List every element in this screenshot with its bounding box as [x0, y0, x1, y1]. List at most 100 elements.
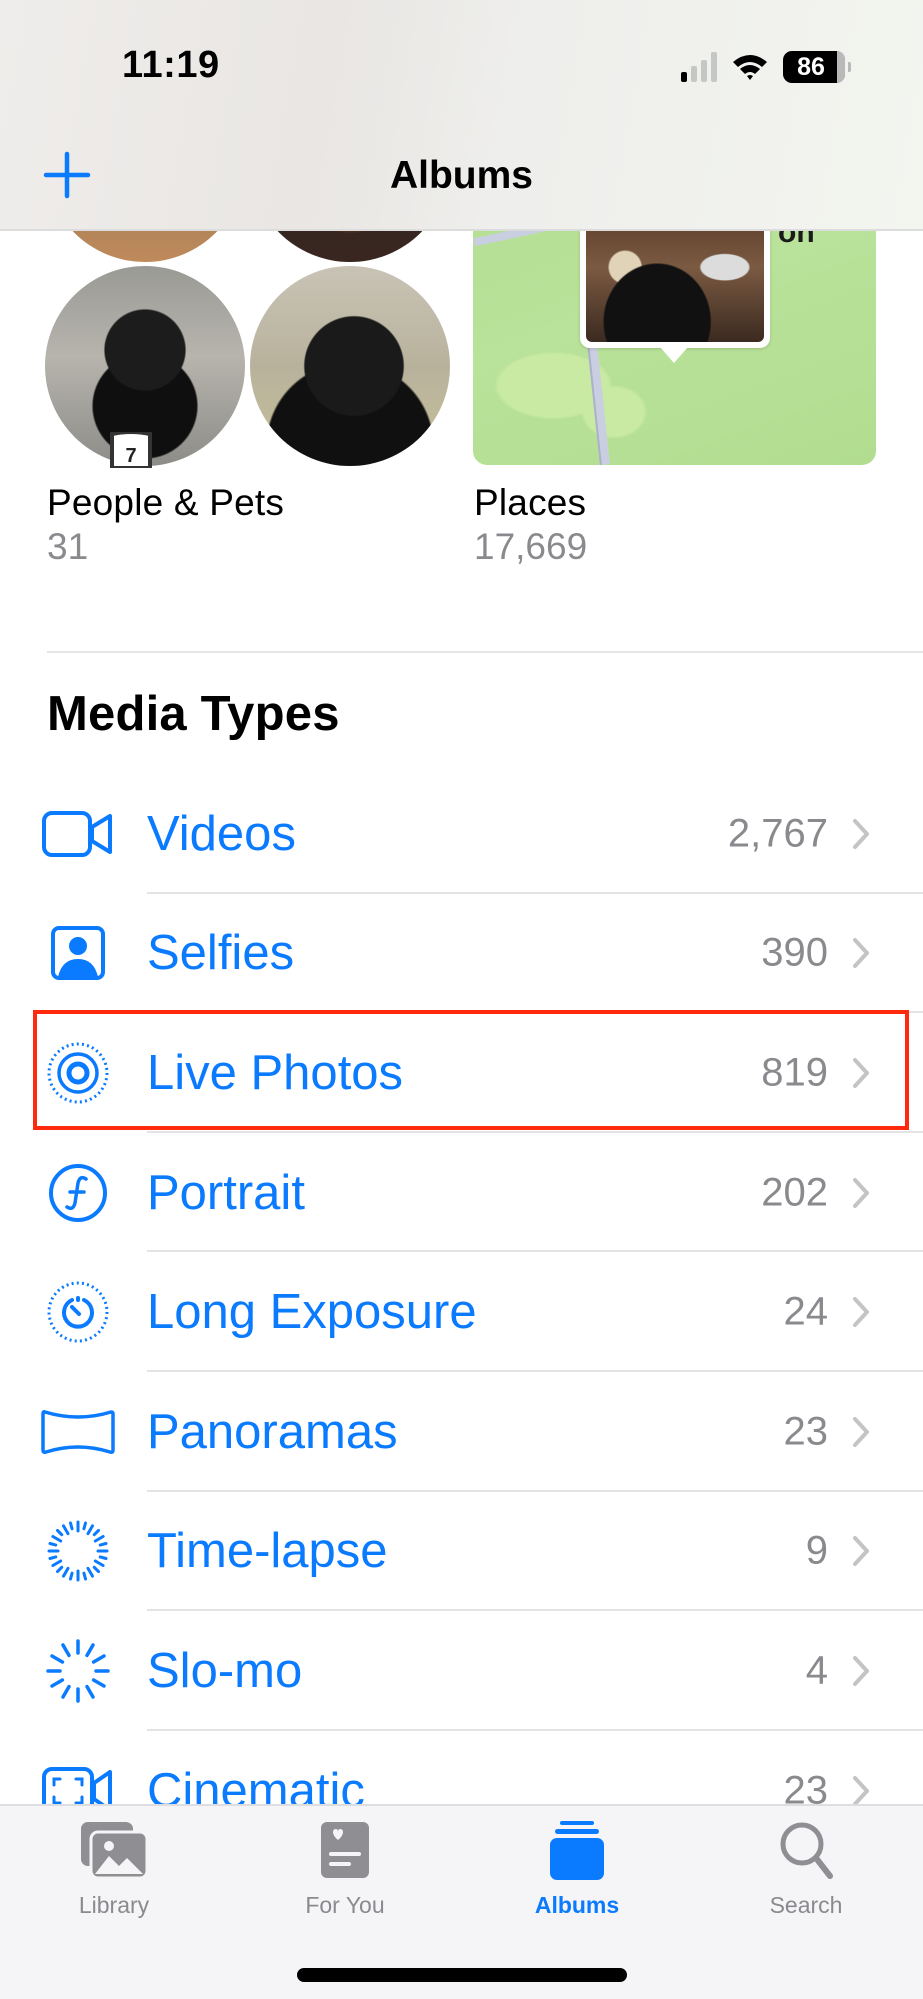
icon-tick	[51, 1535, 63, 1543]
chevron-right-icon	[853, 1177, 869, 1208]
icon-tick	[61, 1684, 71, 1699]
media-type-count: 24	[783, 1289, 829, 1334]
media-type-label: Portrait	[147, 1165, 305, 1220]
navigation-bar: 11:19 86 Albums	[0, 0, 923, 231]
chevron-right-icon	[853, 1655, 869, 1686]
icon-tick	[55, 1566, 64, 1574]
icon-tick	[68, 1521, 74, 1531]
aperture-f-icon	[40, 1163, 116, 1223]
media-type-label: Time-lapse	[147, 1524, 388, 1579]
media-type-label: Live Photos	[147, 1045, 404, 1100]
page-title: Albums	[389, 154, 533, 197]
tab-library[interactable]: Library	[14, 1814, 214, 1934]
status-icons: 86	[681, 50, 851, 84]
icon-tick	[82, 1521, 88, 1531]
media-type-row-live-photos[interactable]: Live Photos 819	[0, 1013, 923, 1133]
photo-pin-pointer	[660, 347, 688, 363]
icon-tick	[85, 1643, 95, 1658]
tab-label: Library	[78, 1892, 150, 1918]
places-label: Places	[474, 482, 587, 523]
icon-tick	[85, 1684, 95, 1699]
icon-tick	[68, 1572, 74, 1581]
icon-tick	[62, 1567, 70, 1578]
icon-tick	[92, 1529, 101, 1537]
media-type-row-portrait[interactable]: Portrait 202	[0, 1133, 923, 1253]
icon-tick	[86, 1524, 94, 1536]
albums-stack-icon	[550, 1821, 604, 1880]
icon-tick	[51, 1559, 63, 1568]
media-type-count: 390	[761, 930, 828, 975]
chevron-right-icon	[853, 818, 869, 849]
media-type-row-time-lapse[interactable]: Time-lapse 9	[0, 1492, 923, 1612]
icon-tick	[91, 1678, 106, 1688]
magnifier-icon	[780, 1822, 833, 1879]
long-exposure-timer-icon	[40, 1281, 116, 1343]
media-type-row-long-exposure[interactable]: Long Exposure 24	[0, 1252, 923, 1372]
media-type-label: Selfies	[147, 926, 295, 981]
tab-search[interactable]: Search	[706, 1814, 906, 1934]
photo-library-icon	[81, 1822, 149, 1880]
icon-tick	[86, 1567, 94, 1578]
route-shield-number: 7	[125, 445, 136, 467]
icon-tick	[92, 1566, 101, 1574]
chevron-right-icon	[853, 1416, 869, 1447]
media-type-count: 819	[761, 1050, 828, 1095]
chevron-right-icon	[853, 1775, 869, 1806]
icon-tick	[61, 1643, 71, 1658]
live-photo-icon	[40, 1042, 116, 1104]
icon-tick	[98, 1542, 108, 1547]
chevron-right-icon	[853, 1057, 869, 1088]
icon-tick	[50, 1654, 65, 1664]
people-pets-label: People & Pets	[47, 482, 285, 523]
for-you-card-icon	[321, 1822, 369, 1878]
icon-tick	[82, 1572, 88, 1581]
timelapse-icon	[40, 1520, 116, 1582]
media-type-label: Slo-mo	[147, 1643, 303, 1698]
media-types-heading: Media Types	[47, 687, 340, 741]
section-divider	[47, 651, 923, 653]
media-type-row-selfies[interactable]: Selfies 390	[0, 894, 923, 1014]
route-shield-icon: 7	[110, 432, 152, 468]
media-type-label: Long Exposure	[147, 1285, 477, 1340]
media-types-list: Videos 2,767 Selfies 390 Live Photos 819	[0, 774, 923, 1850]
media-type-count: 4	[805, 1648, 828, 1693]
tab-bar: Library For You Albums Search	[0, 1804, 923, 1999]
icon-tick	[55, 1529, 64, 1537]
icon-tick	[48, 1555, 58, 1561]
people-pets-count: 31	[47, 526, 89, 567]
icon-tick	[98, 1555, 108, 1561]
panorama-icon	[40, 1402, 116, 1462]
selfie-portrait-icon	[40, 923, 116, 983]
media-type-row-videos[interactable]: Videos 2,767	[0, 774, 923, 894]
media-type-count: 202	[761, 1170, 828, 1215]
chevron-right-icon	[853, 1297, 869, 1328]
tab-for-you[interactable]: For You	[245, 1814, 445, 1934]
video-camera-icon	[40, 804, 116, 864]
slo-mo-icon	[40, 1639, 116, 1703]
wifi-icon	[733, 55, 767, 80]
tab-label: For You	[305, 1892, 385, 1918]
tab-albums[interactable]: Albums	[477, 1814, 677, 1934]
chevron-right-icon	[853, 938, 869, 969]
icon-tick	[93, 1559, 105, 1568]
icon-tick	[91, 1654, 106, 1664]
places-count: 17,669	[474, 526, 588, 567]
icon-tick	[48, 1542, 58, 1547]
media-type-count: 23	[783, 1409, 829, 1454]
media-type-row-slo-mo[interactable]: Slo-mo 4	[0, 1611, 923, 1731]
media-type-count: 2,767	[727, 811, 828, 856]
media-type-label: Videos	[147, 806, 296, 861]
icon-tick	[93, 1535, 105, 1543]
media-type-count: 9	[805, 1528, 828, 1573]
albums-scroll-view[interactable]: People & Pets 31 7 on Places 17,669 Medi…	[0, 0, 923, 1999]
tab-label: Albums	[534, 1892, 620, 1918]
battery-percent: 86	[797, 52, 825, 81]
status-time: 11:19	[122, 44, 220, 86]
battery-indicator: 86	[783, 51, 851, 83]
tab-label: Search	[769, 1892, 843, 1918]
icon-tick	[50, 1678, 65, 1688]
home-indicator[interactable]	[297, 1968, 627, 1982]
pet-avatar[interactable]	[250, 266, 450, 466]
chevron-right-icon	[853, 1536, 869, 1567]
media-type-row-panoramas[interactable]: Panoramas 23	[0, 1372, 923, 1492]
